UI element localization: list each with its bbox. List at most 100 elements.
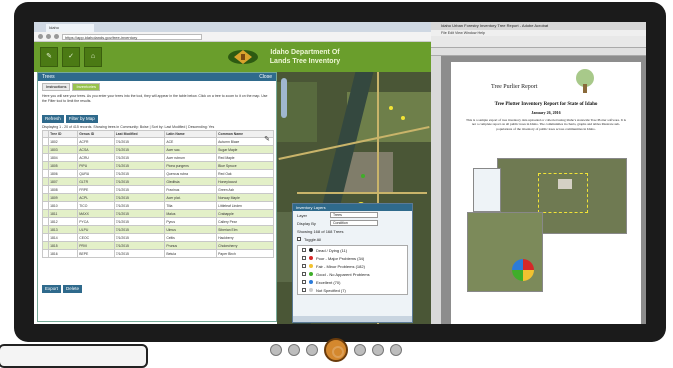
layer-select[interactable]: Trees [330, 212, 378, 218]
address-bar: https://app.idaholands.gov/tree-inventor… [34, 32, 431, 42]
legend-item[interactable]: Good - No Apparent Problems [298, 270, 407, 278]
pdf-window-title: Idaho Urban Forestry Inventory Tree Repo… [431, 22, 646, 30]
pdf-viewer-window: Idaho Urban Forestry Inventory Tree Repo… [431, 22, 646, 324]
legend-item[interactable]: Excellent (70) [298, 278, 407, 286]
table-row[interactable]: 1804 ACRU 7/1/2015 Acer rubrum Red Maple [41, 153, 274, 162]
legend-item[interactable]: Fair - Minor Problems (182) [298, 262, 407, 270]
table-cell: ACE [164, 137, 218, 146]
tree-marker[interactable] [401, 116, 405, 120]
back-icon[interactable] [38, 34, 43, 39]
tree-marker[interactable] [389, 106, 393, 110]
control-button[interactable] [288, 344, 300, 356]
screen: Idaho https://app.idaholands.gov/tree-in… [34, 22, 646, 324]
table-row[interactable]: 1812 PYCA 7/1/2015 Pyrus Callery Pear [41, 217, 274, 226]
table-cell: 1802 [48, 137, 79, 146]
table-row[interactable]: 1806 QURU 7/1/2015 Quercus rubra Red Oak [41, 169, 274, 178]
table-cell: ACRU [77, 153, 115, 162]
legend-checkbox[interactable] [302, 280, 306, 284]
app-header: ✎ ✓ ⌂ Idaho Department Of Lands Tree Inv… [34, 42, 431, 72]
zoom-control[interactable] [281, 78, 287, 118]
power-button-icon[interactable] [324, 338, 348, 362]
pie-chart-icon [512, 259, 534, 281]
table-row[interactable]: 1810 TICO 7/1/2015 Tilia Littleleaf Linden [41, 201, 274, 210]
pdf-toolbar[interactable] [431, 36, 646, 48]
report-legend-thumbnail [473, 168, 501, 212]
table-row[interactable]: 1813 ULPU 7/1/2015 Ulmus Siberian Elm [41, 225, 274, 234]
table-header[interactable]: Last Modified [113, 130, 166, 138]
table-row[interactable]: 1805 PIPU 7/1/2015 Picea pungens Blue Spruce [41, 161, 274, 170]
control-button[interactable] [390, 344, 402, 356]
panel-instructions: Here you will see your trees. As you ent… [42, 94, 268, 103]
legend-checkbox[interactable] [302, 248, 306, 252]
table-row[interactable]: 1803 ACSA 7/1/2015 Acer sac. Sugar Maple [41, 145, 274, 154]
display-by-label: Display By [297, 220, 316, 226]
legend-item[interactable]: Poor - Major Problems (34) [298, 254, 407, 262]
table-row[interactable]: 1816 BEPE 7/1/2015 Betula Paper Birch [41, 249, 274, 258]
control-button[interactable] [270, 344, 282, 356]
legend-title: Inventory Layers [293, 204, 412, 211]
table-cell: PYCA [77, 217, 115, 226]
table-cell: QURU [77, 169, 115, 178]
table-header[interactable]: Genus ID [77, 130, 115, 138]
agency-title: Idaho Department Of Lands Tree Inventory [269, 49, 341, 65]
reload-icon[interactable] [54, 34, 59, 39]
control-button[interactable] [306, 344, 318, 356]
table-row[interactable]: 1802 ACFR 7/1/2015 ACE Autumn Blaze [41, 137, 274, 146]
toggle-all-row[interactable]: Toggle All [293, 235, 412, 243]
table-cell: 7/1/2015 [113, 209, 166, 218]
legend-checkbox[interactable] [302, 264, 306, 268]
browser-tab[interactable]: Idaho [46, 24, 94, 32]
table-row[interactable]: 1815 PRVI 7/1/2015 Prunus Chokecherry [41, 241, 274, 250]
pdf-sidebar[interactable] [431, 56, 441, 324]
legend-item[interactable]: Dead / Dying (11) [298, 246, 407, 254]
table-row[interactable]: 1807 GLTR 7/1/2015 Gleditsia Honeylocust [41, 177, 274, 186]
legend-color-swatch [309, 288, 313, 292]
panel-title: Trees [42, 74, 55, 80]
table-row[interactable]: 1808 FRPE 7/1/2015 Fraxinus Green Ash [41, 185, 274, 194]
toggle-all-label: Toggle All [304, 236, 322, 242]
table-cell: TICO [77, 201, 115, 210]
display-by-select[interactable]: Condition [330, 220, 378, 226]
table-row[interactable]: 1814 CEOC 7/1/2015 Celtis Hackberry [41, 233, 274, 242]
table-row[interactable]: 1811 MAXX 7/1/2015 Malus Crabapple [41, 209, 274, 218]
table-cell: 7/1/2015 [113, 161, 166, 170]
trees-table: Tree ID Genus ID Last Modified Latin Nam… [41, 130, 274, 258]
url-input[interactable]: https://app.idaholands.gov/tree-inventor… [62, 33, 202, 40]
panel-close-button[interactable]: Close [259, 73, 272, 81]
legend-item[interactable]: Not Specified (7) [298, 286, 407, 294]
legend-checkbox[interactable] [302, 288, 306, 292]
legend-checkbox[interactable] [302, 256, 306, 260]
table-cell: Red Oak [216, 169, 274, 178]
tab-inventories[interactable]: Inventories [72, 83, 101, 91]
table-cell: Green Ash [216, 185, 274, 194]
edit-pencil-icon[interactable]: ✎ [264, 135, 270, 143]
tree-marker[interactable] [361, 174, 365, 178]
pdf-toolbar-secondary[interactable] [431, 48, 646, 56]
delete-button[interactable]: Delete [63, 285, 83, 293]
control-button[interactable] [372, 344, 384, 356]
toggle-all-checkbox[interactable] [297, 237, 301, 241]
control-button[interactable] [354, 344, 366, 356]
table-cell: 7/1/2015 [113, 193, 166, 202]
table-cell: Red Maple [216, 153, 274, 162]
refresh-button[interactable]: Refresh [42, 115, 64, 123]
table-cell: Paper Birch [216, 249, 274, 258]
table-cell: Sugar Maple [216, 145, 274, 154]
legend-color-swatch [309, 264, 313, 268]
legend-label: Excellent (70) [316, 279, 341, 285]
forward-icon[interactable] [46, 34, 51, 39]
tab-instructions[interactable]: Instructions [42, 83, 71, 91]
table-header[interactable]: Tree ID [48, 130, 79, 138]
report-paragraph: This is a sample export of tree inventor… [466, 118, 626, 131]
filter-by-map-button[interactable]: Filter by Map [65, 115, 98, 123]
export-button[interactable]: Export [42, 285, 62, 293]
table-cell: 1816 [48, 249, 79, 258]
legend-checkbox[interactable] [302, 272, 306, 276]
report-title: Tree Plotter Inventory Report for State … [494, 102, 598, 107]
edit-button[interactable]: ✎ [40, 47, 58, 67]
check-button[interactable]: ✓ [62, 47, 80, 67]
table-row[interactable]: 1809 ACPL 7/1/2015 Acer plat. Norway Maple [41, 193, 274, 202]
legend-scrollbar[interactable] [293, 316, 412, 322]
table-header[interactable]: Latin Name [164, 130, 218, 138]
home-button[interactable]: ⌂ [84, 47, 102, 67]
